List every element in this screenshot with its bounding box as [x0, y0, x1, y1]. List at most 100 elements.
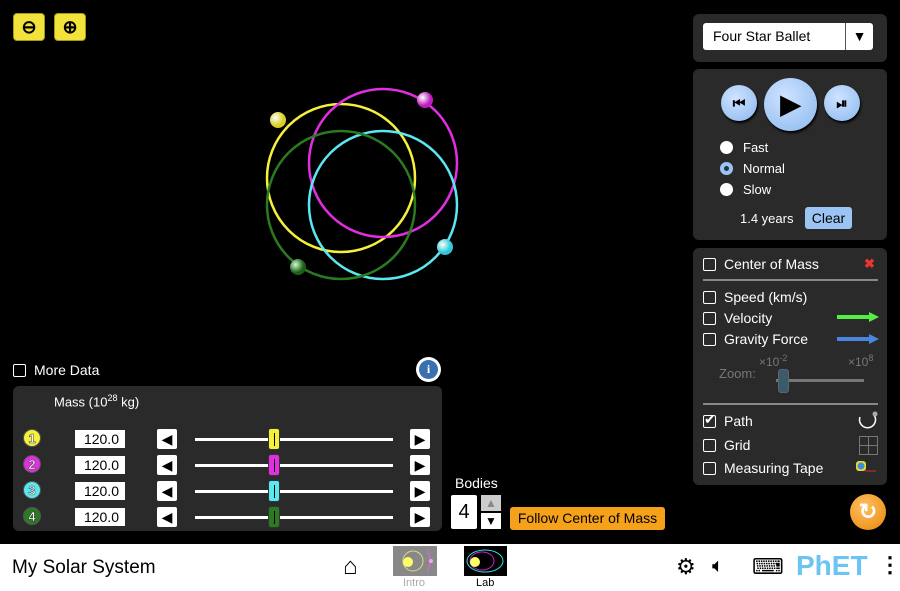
bodies-decrement-button[interactable]: ▼ — [481, 513, 501, 529]
body-2[interactable] — [417, 92, 433, 108]
lab-screen-button[interactable] — [464, 546, 507, 576]
checkbox[interactable] — [703, 257, 716, 271]
path-checkbox[interactable]: ✔ Path — [703, 411, 753, 429]
mass-panel: Mass (1028 kg) 1 120.0 ◀ ▶ 2 120.0 ◀ ▶ 3… — [13, 386, 442, 531]
mass-row: 2 120.0 ◀ ▶ — [23, 454, 433, 476]
restart-icon: ⏮ — [732, 94, 746, 111]
mass-value-field[interactable]: 120.0 — [75, 482, 125, 500]
playback-panel: ⏮ ▶ ⏯ Fast Normal Slow 1.4 years Clear — [693, 69, 887, 240]
measuring-tape-checkbox[interactable]: Measuring Tape — [703, 460, 823, 476]
vector-zoom-thumb[interactable] — [778, 369, 789, 393]
body-4[interactable] — [290, 259, 306, 275]
intro-label: Intro — [403, 577, 426, 589]
follow-center-of-mass-button[interactable]: Follow Center of Mass — [510, 507, 665, 530]
orbit-view — [265, 87, 459, 281]
keyboard-icon[interactable]: ⌨ — [752, 554, 784, 580]
mass-decrement-button[interactable]: ◀ — [157, 481, 177, 501]
mass-increment-button[interactable]: ▶ — [410, 481, 430, 501]
speed-checkbox[interactable]: Speed (km/s) — [703, 289, 807, 305]
path-body-4 — [265, 129, 417, 281]
divider — [703, 403, 878, 405]
mass-slider[interactable] — [195, 480, 393, 502]
body-number-badge: 3 — [23, 481, 41, 499]
mass-slider[interactable] — [195, 428, 393, 450]
mass-slider[interactable] — [195, 506, 393, 528]
mass-slider[interactable] — [195, 454, 393, 476]
options-menu-icon[interactable]: ⋮ — [879, 552, 900, 578]
mass-slider-thumb[interactable] — [268, 480, 281, 502]
label: Speed (km/s) — [724, 289, 808, 305]
measuring-tape-icon — [856, 461, 876, 472]
body-number-badge: 2 — [23, 455, 41, 473]
label: More Data — [34, 362, 100, 378]
step-button[interactable]: ⏯ — [824, 85, 860, 121]
scene-select[interactable]: Four Star Ballet ▼ — [703, 23, 873, 50]
radio-normal[interactable] — [720, 162, 733, 175]
grid-checkbox[interactable]: Grid — [703, 437, 750, 453]
center-of-mass-x-icon: ✖ — [864, 256, 875, 271]
checkmark-icon: ✔ — [704, 410, 716, 427]
lab-label: Lab — [476, 577, 495, 589]
vector-zoom-slider[interactable] — [776, 379, 864, 382]
bodies-increment-button[interactable]: ▲ — [481, 495, 501, 511]
settings-icon[interactable]: ⚙ — [676, 554, 696, 580]
gravity-force-checkbox[interactable]: Gravity Force — [703, 331, 808, 347]
path-body-2 — [307, 87, 459, 239]
velocity-checkbox[interactable]: Velocity — [703, 310, 772, 326]
info-button[interactable]: i — [416, 357, 441, 382]
home-icon[interactable]: ⌂ — [343, 553, 358, 581]
checkbox[interactable] — [703, 290, 716, 304]
zoom-label: Zoom: — [719, 366, 756, 381]
info-icon: i — [419, 360, 438, 379]
checkbox[interactable] — [703, 332, 716, 346]
reset-icon: ↻ — [858, 499, 878, 524]
mass-decrement-button[interactable]: ◀ — [157, 455, 177, 475]
mass-slider-thumb[interactable] — [268, 506, 281, 528]
speed-fast[interactable]: Fast — [720, 140, 768, 155]
path-body-3 — [307, 129, 459, 281]
zoom-min-label: ×10-2 — [759, 353, 788, 369]
checkbox[interactable]: ✔ — [703, 411, 716, 428]
body-1[interactable] — [270, 112, 286, 128]
chevron-down-icon: ▼ — [845, 23, 873, 50]
label: Gravity Force — [724, 331, 809, 347]
more-data-checkbox[interactable]: More Data — [13, 362, 99, 378]
mass-row: 1 120.0 ◀ ▶ — [23, 428, 433, 450]
checkbox[interactable] — [703, 438, 716, 452]
label: Center of Mass — [724, 256, 819, 272]
phet-logo[interactable]: PhET — [796, 550, 868, 582]
mass-value-field[interactable]: 120.0 — [75, 508, 125, 526]
mass-increment-button[interactable]: ▶ — [410, 429, 430, 449]
lab-thumbnail-icon — [466, 549, 504, 573]
restart-button[interactable]: ⏮ — [721, 85, 757, 121]
navigation-bar: My Solar System ⌂ Intro Lab ⚙ 🔈︎ ⌨ PhET … — [0, 544, 900, 591]
checkbox[interactable] — [13, 363, 26, 377]
mass-slider-thumb[interactable] — [268, 454, 281, 476]
mass-slider-thumb[interactable] — [268, 428, 281, 450]
clear-button[interactable]: Clear — [805, 207, 852, 229]
reset-all-button[interactable]: ↻ — [850, 494, 886, 530]
center-of-mass-checkbox[interactable]: Center of Mass — [703, 256, 819, 272]
zoom-max-label: ×108 — [848, 353, 874, 369]
speed-label: Slow — [743, 182, 772, 197]
mass-decrement-button[interactable]: ◀ — [157, 429, 177, 449]
sound-icon[interactable]: 🔈︎ — [712, 555, 724, 578]
mass-row: 4 120.0 ◀ ▶ — [23, 506, 433, 528]
body-3[interactable] — [437, 239, 453, 255]
mass-value-field[interactable]: 120.0 — [75, 456, 125, 474]
mass-increment-button[interactable]: ▶ — [410, 507, 430, 527]
checkbox[interactable] — [703, 311, 716, 325]
mass-row: 3 120.0 ◀ ▶ — [23, 480, 433, 502]
bodies-count: 4 — [451, 495, 477, 529]
step-forward-icon: ⏯ — [836, 94, 848, 111]
mass-increment-button[interactable]: ▶ — [410, 455, 430, 475]
radio-slow[interactable] — [720, 183, 733, 196]
mass-decrement-button[interactable]: ◀ — [157, 507, 177, 527]
checkbox[interactable] — [703, 461, 716, 475]
speed-slow[interactable]: Slow — [720, 182, 771, 197]
play-button[interactable]: ▶ — [764, 78, 817, 131]
radio-fast[interactable] — [720, 141, 733, 154]
intro-screen-button[interactable] — [393, 546, 437, 576]
mass-value-field[interactable]: 120.0 — [75, 430, 125, 448]
speed-normal[interactable]: Normal — [720, 161, 785, 176]
